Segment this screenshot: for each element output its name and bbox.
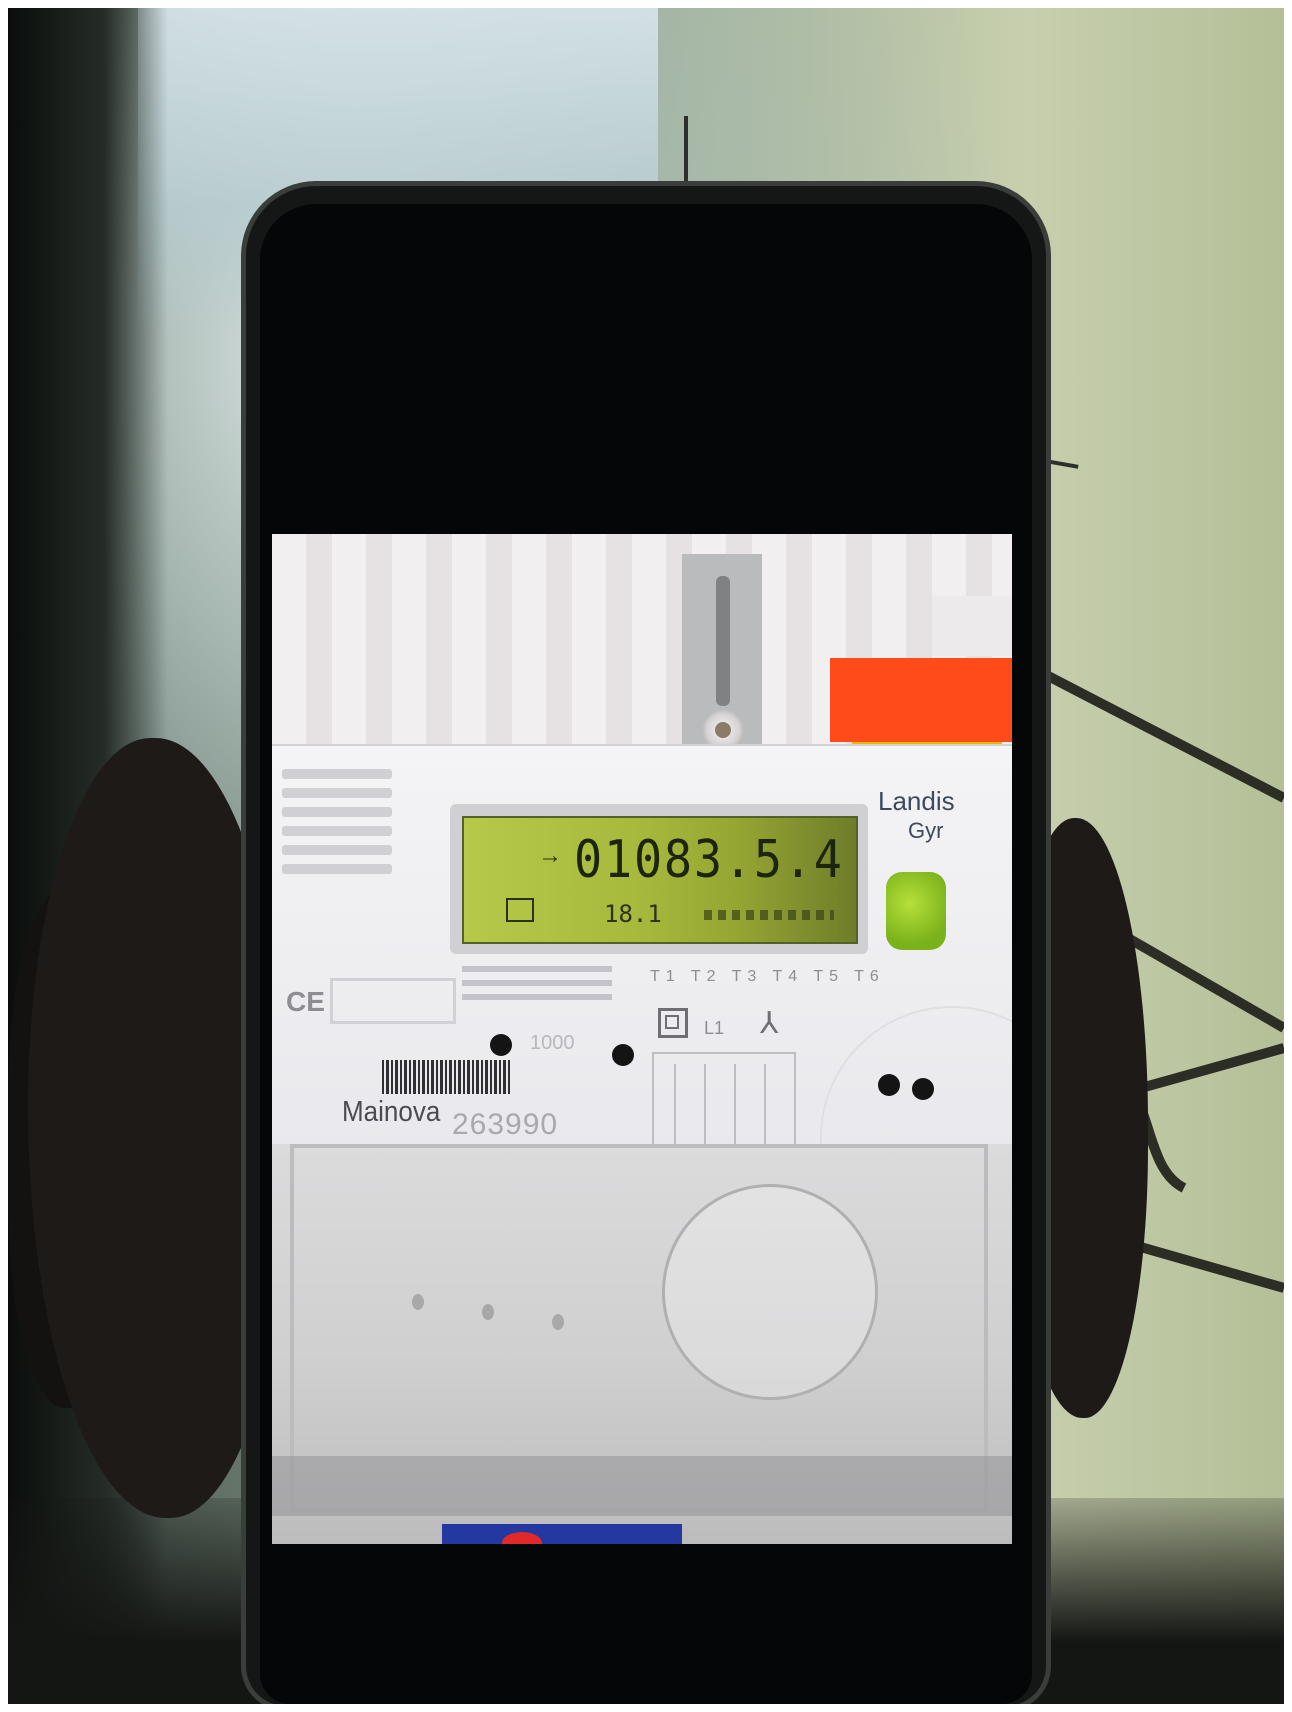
spec-line (282, 769, 392, 779)
seal-slot (716, 576, 730, 706)
wye-icon: ⅄ (760, 1007, 779, 1040)
double-insulation-icon (658, 1008, 688, 1038)
blue-sticker (442, 1524, 682, 1544)
red-label (830, 658, 1012, 742)
tariff-text (462, 958, 612, 1008)
serial-number: 263990 (452, 1108, 559, 1141)
barcode (382, 1060, 512, 1094)
wire-line (704, 1064, 706, 1144)
terminal-cover (272, 1144, 1012, 1544)
phase-label: L1 (704, 1018, 725, 1038)
certification-box (330, 978, 456, 1024)
display-icon (506, 898, 534, 922)
wire-line (734, 1064, 736, 1144)
spec-line (282, 864, 392, 874)
led-dot (612, 1044, 634, 1066)
tariff-line (462, 966, 612, 972)
cover-window (662, 1184, 878, 1400)
obis-code: 18.1 (604, 900, 662, 928)
spec-text (282, 760, 392, 883)
wire (684, 116, 688, 190)
meter-face: CE → 01083.5.4 18.1 Landis Gyr T1 T2 T3 … (272, 744, 1012, 1270)
wiring-diagram (652, 1052, 796, 1156)
meter-reading: 01083.5.4 (574, 830, 844, 890)
spec-line (282, 788, 392, 798)
screw-head (715, 722, 731, 738)
impulse-constant: 1000 (530, 1032, 575, 1054)
ce-mark: CE (286, 986, 325, 1017)
lcd-frame: → 01083.5.4 18.1 (450, 804, 868, 954)
lcd-display: → 01083.5.4 18.1 (462, 816, 858, 944)
cover-shadow (272, 1456, 1012, 1516)
cover-hole (412, 1294, 424, 1310)
cover-hole (552, 1314, 564, 1330)
spec-line (282, 845, 392, 855)
lcd-segments (704, 910, 834, 920)
cover-hole (482, 1304, 494, 1320)
green-button (886, 872, 946, 950)
phone-screen: CE → 01083.5.4 18.1 Landis Gyr T1 T2 T3 … (260, 204, 1032, 1704)
spec-line (282, 826, 392, 836)
brand-name-2: Gyr (908, 818, 944, 843)
brand-name: Landis (878, 786, 955, 816)
tariff-labels: T1 T2 T3 T4 T5 T6 (650, 968, 885, 985)
spec-line (282, 807, 392, 817)
number-plate (932, 596, 1012, 656)
tariff-line (462, 994, 612, 1000)
meter-photo: CE → 01083.5.4 18.1 Landis Gyr T1 T2 T3 … (272, 534, 1012, 1544)
utility-name: Mainova (342, 1094, 441, 1128)
arrow-icon: → (538, 842, 562, 869)
wire-line (674, 1064, 676, 1144)
led-dot (490, 1034, 512, 1056)
tariff-line (462, 980, 612, 986)
wire-line (764, 1064, 766, 1144)
smartphone: CE → 01083.5.4 18.1 Landis Gyr T1 T2 T3 … (246, 186, 1046, 1704)
photo: CE → 01083.5.4 18.1 Landis Gyr T1 T2 T3 … (8, 8, 1284, 1704)
